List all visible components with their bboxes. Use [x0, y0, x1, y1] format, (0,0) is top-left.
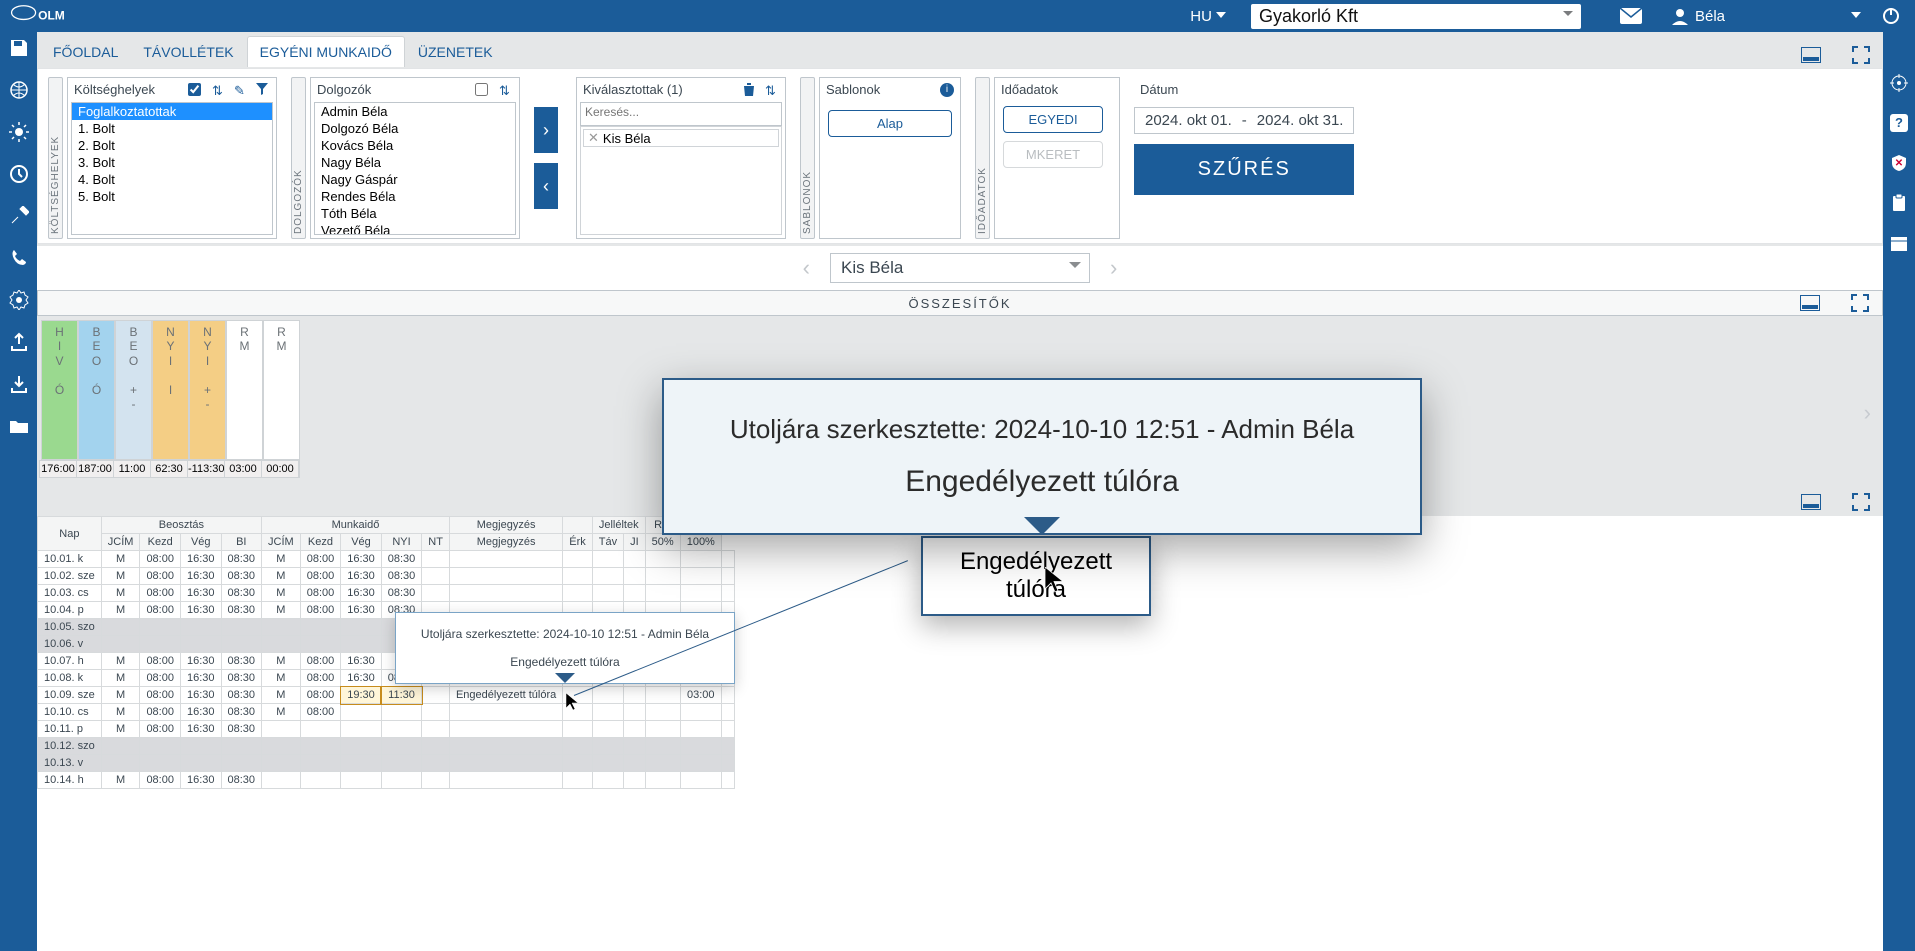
cost-centers-vlabel: KÖLTSÉGHELYEK — [48, 77, 63, 239]
svg-text:OLM: OLM — [38, 8, 65, 22]
time-mkeret-button[interactable]: MKERET — [1003, 141, 1103, 168]
person-select[interactable]: Kis Béla — [830, 253, 1090, 283]
right-rail: ? ✕ — [1883, 32, 1915, 951]
brightness-icon[interactable] — [7, 120, 31, 144]
tab-worktime[interactable]: EGYÉNI MUNKAIDŐ — [247, 36, 405, 67]
tab-messages[interactable]: ÜZENETEK — [406, 37, 505, 67]
svg-text:?: ? — [1895, 115, 1903, 130]
selected-title: Kiválasztottak (1) — [583, 82, 735, 97]
time-egyedi-button[interactable]: EGYEDI — [1003, 106, 1103, 133]
sort-icon[interactable]: ⇅ — [499, 83, 513, 97]
selected-panel: Kiválasztottak (1) ⇅ ✕ ✕ Kis Béla — [572, 77, 786, 239]
cost-centers-checkall[interactable] — [188, 83, 201, 96]
cursor-icon — [566, 693, 580, 711]
chip-remove-icon[interactable]: ✕ — [588, 130, 599, 146]
time-vlabel: IDŐADATOK — [975, 77, 990, 239]
summary-box: NYI I — [152, 320, 189, 460]
template-alap-button[interactable]: Alap — [828, 110, 952, 137]
info-icon[interactable]: i — [940, 83, 954, 97]
clock-icon[interactable] — [7, 162, 31, 186]
user-icon — [1671, 7, 1689, 25]
selected-search-input[interactable] — [581, 103, 781, 121]
globe-icon[interactable] — [7, 78, 31, 102]
save-icon[interactable] — [7, 36, 31, 60]
summary-bar: ÖSSZESÍTŐK — [37, 290, 1883, 316]
date-panel: Dátum 2024. okt 01. - 2024. okt 31. SZŰR… — [1134, 77, 1354, 239]
expand-summary-icon[interactable] — [1848, 291, 1872, 315]
tooltip-small: Utoljára szerkesztette: 2024-10-10 12:51… — [395, 612, 735, 684]
power-icon[interactable] — [1871, 0, 1911, 32]
time-panel: IDŐADATOK Időadatok EGYEDI MKERET — [975, 77, 1120, 239]
summary-foot: 176:00187:0011:0062:30-113:3003:0000:00 — [39, 460, 300, 478]
shield-icon[interactable]: ✕ — [1888, 152, 1910, 174]
templates-panel: SABLONOK Sablonok i Alap — [800, 77, 961, 239]
tab-absences[interactable]: TÁVOLLÉTEK — [131, 37, 245, 67]
funnel-icon[interactable] — [256, 83, 270, 97]
filter-strip: KÖLTSÉGHELYEK Költséghelyek ⇅ ✎ Foglalko… — [37, 68, 1883, 244]
person-picker-row: ‹ Kis Béla › — [37, 246, 1883, 290]
svg-text:✕: ✕ — [1895, 158, 1903, 169]
language-switch[interactable]: HU — [1190, 8, 1226, 25]
messages-icon[interactable] — [1611, 0, 1651, 32]
left-rail — [0, 32, 37, 951]
wand-icon[interactable]: ✎ — [234, 83, 248, 97]
expand-panel-icon[interactable] — [1849, 43, 1873, 67]
date-range-picker[interactable]: 2024. okt 01. - 2024. okt 31. — [1134, 107, 1354, 134]
selected-chip: ✕ Kis Béla — [583, 129, 779, 147]
cursor-icon — [1045, 567, 1065, 593]
move-right-button[interactable]: › — [534, 107, 558, 153]
templates-title: Sablonok — [826, 82, 932, 97]
employees-list[interactable]: Admin Béla Dolgozó Béla Kovács Béla Nagy… — [314, 102, 516, 235]
tab-home[interactable]: FŐOLDAL — [41, 37, 130, 67]
minimize-grid-icon[interactable] — [1799, 490, 1823, 514]
calendar-icon[interactable] — [1888, 232, 1910, 254]
gear-icon[interactable] — [7, 288, 31, 312]
user-menu[interactable]: Béla — [1671, 7, 1861, 25]
selected-chips: ✕ Kis Béla — [580, 126, 782, 235]
logo: OLM — [4, 2, 74, 30]
clipboard-icon[interactable] — [1888, 192, 1910, 214]
next-person-button[interactable]: › — [1110, 255, 1117, 281]
top-bar: OLM HU Gyakorló Kft Béla — [0, 0, 1915, 32]
download-icon[interactable] — [7, 372, 31, 396]
minimize-panel-icon[interactable] — [1799, 43, 1823, 67]
templates-vlabel: SABLONOK — [800, 77, 815, 239]
minimize-summary-icon[interactable] — [1798, 291, 1822, 315]
folder-open-icon[interactable] — [7, 414, 31, 438]
cost-centers-title: Költséghelyek — [74, 82, 176, 97]
help-icon[interactable]: ? — [1888, 112, 1910, 134]
upload-icon[interactable] — [7, 330, 31, 354]
cost-centers-panel: KÖLTSÉGHELYEK Költséghelyek ⇅ ✎ Foglalko… — [48, 77, 277, 239]
date-title: Dátum — [1140, 82, 1348, 97]
summary-boxes: HIV ÓBEO ÓBEO +-NYI INYI +-RM50%RM100% — [37, 316, 304, 484]
time-title: Időadatok — [1001, 82, 1113, 97]
employees-vlabel: DOLGOZÓK — [291, 77, 306, 239]
employees-checkall[interactable] — [475, 83, 488, 96]
summary-box: RM50% — [226, 320, 263, 460]
expand-grid-icon[interactable] — [1849, 490, 1873, 514]
summary-box: HIV Ó — [41, 320, 78, 460]
cost-centers-list[interactable]: Foglalkoztatottak 1. Bolt 2. Bolt 3. Bol… — [71, 102, 273, 235]
summary-box: NYI +- — [189, 320, 226, 460]
sort-icon[interactable]: ⇅ — [212, 83, 226, 97]
employees-panel: DOLGOZÓK Dolgozók ⇅ Admin Béla Dolgozó B… — [291, 77, 520, 239]
move-arrows: › ‹ — [534, 77, 558, 239]
summary-box: BEO +- — [115, 320, 152, 460]
move-left-button[interactable]: ‹ — [534, 163, 558, 209]
summary-box: RM100% — [263, 320, 300, 460]
target-icon[interactable] — [1888, 72, 1910, 94]
tooltip-large: Utoljára szerkesztette: 2024-10-10 12:51… — [662, 378, 1422, 535]
filter-button[interactable]: SZŰRÉS — [1134, 144, 1354, 195]
collapse-right-icon[interactable]: › — [1864, 400, 1871, 426]
tools-icon[interactable] — [7, 204, 31, 228]
main-tabs: FŐOLDAL TÁVOLLÉTEK EGYÉNI MUNKAIDŐ ÜZENE… — [37, 32, 1883, 68]
trash-icon[interactable] — [743, 83, 757, 97]
prev-person-button[interactable]: ‹ — [803, 255, 810, 281]
sort-icon[interactable]: ⇅ — [765, 83, 779, 97]
company-select[interactable]: Gyakorló Kft — [1251, 4, 1581, 29]
phone-icon[interactable] — [7, 246, 31, 270]
summary-box: BEO Ó — [78, 320, 115, 460]
employees-title: Dolgozók — [317, 82, 463, 97]
